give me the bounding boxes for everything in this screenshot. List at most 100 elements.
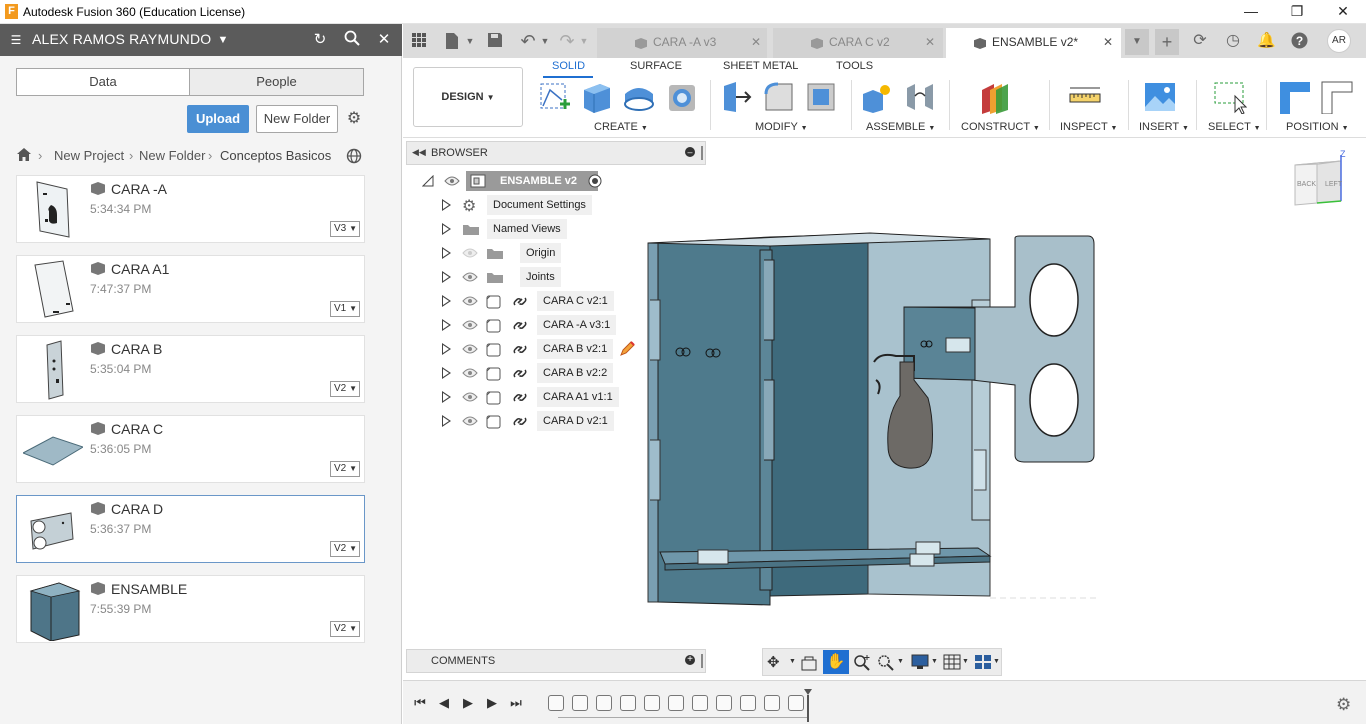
workspace-switcher[interactable]: DESIGN ▼	[413, 67, 523, 127]
viewports-icon[interactable]	[974, 654, 992, 670]
select-window-icon[interactable]	[1213, 80, 1247, 114]
timeline-marker[interactable]	[803, 688, 813, 722]
tab-cara-a[interactable]: CARA -A v3 ✕	[597, 28, 767, 58]
look-at-icon[interactable]	[801, 655, 817, 671]
timeline-joint-icon[interactable]	[764, 695, 780, 711]
visibility-eye-icon[interactable]	[462, 391, 478, 403]
version-select[interactable]: V3 ▼	[330, 221, 360, 237]
chevron-down-icon[interactable]: ▼	[993, 658, 1000, 665]
revolve-icon[interactable]	[622, 80, 656, 114]
timeline-joint-icon[interactable]	[692, 695, 708, 711]
help-icon[interactable]: ?	[1290, 32, 1308, 50]
tab-data[interactable]: Data	[16, 68, 190, 96]
close-tab-icon[interactable]: ✕	[925, 28, 935, 56]
tree-node[interactable]: Origin	[440, 243, 650, 263]
view-cube[interactable]: BACK LEFT Z	[1289, 149, 1355, 211]
file-card[interactable]: ENSAMBLE 7:55:39 PM V2 ▼	[16, 575, 365, 643]
tab-people[interactable]: People	[189, 68, 364, 96]
collapse-browser-icon[interactable]: ◀◀	[412, 147, 426, 158]
expand-arrow-icon[interactable]	[442, 247, 451, 259]
timeline-joint-icon[interactable]	[788, 695, 804, 711]
tab-solid[interactable]: SOLID	[552, 60, 585, 72]
file-menu-icon[interactable]	[443, 32, 461, 50]
orbit-icon[interactable]: ✥	[767, 653, 780, 671]
close-panel-icon[interactable]: ✕	[374, 30, 394, 50]
timeline-joint-icon[interactable]	[740, 695, 756, 711]
tab-overflow-icon[interactable]: ▼	[1125, 29, 1149, 55]
tree-root[interactable]: ENSAMBLE v2	[420, 171, 620, 191]
expand-arrow-icon[interactable]	[442, 271, 451, 283]
visibility-eye-icon[interactable]	[462, 367, 478, 379]
file-card-selected[interactable]: CARA D 5:36:37 PM V2 ▼	[16, 495, 365, 563]
new-folder-button[interactable]: New Folder	[256, 105, 338, 133]
tab-surface[interactable]: SURFACE	[630, 60, 682, 72]
step-forward-icon[interactable]: ▶	[484, 695, 500, 711]
chevron-down-icon[interactable]: ▼	[789, 658, 796, 665]
tree-node[interactable]: CARA B v2:1	[440, 339, 650, 359]
modify-menu[interactable]: MODIFY ▼	[755, 121, 808, 133]
expand-arrow-icon[interactable]	[442, 223, 451, 235]
upload-button[interactable]: Upload	[187, 105, 249, 133]
minimize-icon[interactable]: —	[1228, 0, 1274, 24]
expand-arrow-icon[interactable]	[442, 295, 451, 307]
version-select[interactable]: V2 ▼	[330, 461, 360, 477]
visibility-eye-icon[interactable]	[462, 295, 478, 307]
pin-icon[interactable]	[701, 654, 703, 668]
collapse-arrow-icon[interactable]	[422, 175, 434, 187]
timeline-joint-icon[interactable]	[620, 695, 636, 711]
avatar[interactable]: AR	[1327, 29, 1351, 53]
pan-hand-icon[interactable]: ✋	[823, 650, 849, 674]
restore-icon[interactable]: ❐	[1274, 0, 1320, 24]
home-icon[interactable]	[16, 147, 32, 165]
expand-arrow-icon[interactable]	[442, 343, 451, 355]
tab-sheet-metal[interactable]: SHEET METAL	[723, 60, 798, 72]
chevron-down-icon[interactable]: ▼	[897, 658, 904, 665]
new-component-icon[interactable]	[861, 80, 895, 114]
chevron-down-icon[interactable]: ▼	[931, 658, 938, 665]
create-menu[interactable]: CREATE ▼	[594, 121, 648, 133]
new-tab-icon[interactable]: +	[1155, 29, 1179, 55]
breadcrumb-item[interactable]: New Folder	[139, 148, 205, 163]
visibility-eye-icon[interactable]	[462, 271, 478, 283]
edit-pencil-icon[interactable]	[618, 341, 636, 357]
shell-icon[interactable]	[804, 80, 838, 114]
go-to-end-icon[interactable]: ⏭	[508, 695, 524, 711]
timeline-joint-icon[interactable]	[668, 695, 684, 711]
tab-cara-c[interactable]: CARA C v2 ✕	[773, 28, 943, 58]
timeline-joint-icon[interactable]	[548, 695, 564, 711]
file-card[interactable]: CARA C 5:36:05 PM V2 ▼	[16, 415, 365, 483]
chevron-down-icon[interactable]: ▼	[962, 658, 969, 665]
extrude-icon[interactable]	[580, 80, 614, 114]
tree-node[interactable]: Joints	[440, 267, 650, 287]
grid-icon[interactable]	[943, 654, 961, 670]
tab-tools[interactable]: TOOLS	[836, 60, 873, 72]
tree-node[interactable]: CARA C v2:1	[440, 291, 650, 311]
visibility-eye-icon[interactable]	[462, 415, 478, 427]
timeline-joint-icon[interactable]	[644, 695, 660, 711]
tree-node[interactable]: CARA A1 v1:1	[440, 387, 650, 407]
insert-image-icon[interactable]	[1143, 80, 1177, 114]
redo-icon[interactable]: ↷	[558, 32, 576, 50]
expand-arrow-icon[interactable]	[442, 319, 451, 331]
go-to-start-icon[interactable]: ⏮	[412, 695, 428, 711]
gear-icon[interactable]: ⚙	[345, 110, 363, 128]
visibility-eye-icon[interactable]	[462, 343, 478, 355]
tree-node[interactable]: CARA B v2:2	[440, 363, 650, 383]
search-icon[interactable]	[342, 30, 362, 50]
timeline-settings-gear-icon[interactable]: ⚙	[1336, 695, 1351, 715]
globe-icon[interactable]	[346, 148, 362, 167]
version-select[interactable]: V2 ▼	[330, 541, 360, 557]
minus-icon[interactable]: –	[685, 147, 695, 157]
step-back-icon[interactable]: ◀	[436, 695, 452, 711]
select-menu[interactable]: SELECT ▼	[1208, 121, 1261, 133]
save-icon[interactable]	[486, 32, 504, 50]
zoom-icon[interactable]	[853, 654, 871, 672]
position-menu[interactable]: POSITION ▼	[1286, 121, 1349, 133]
close-tab-icon[interactable]: ✕	[751, 28, 761, 56]
chevron-down-icon[interactable]: ▼	[461, 32, 479, 50]
chevron-down-icon[interactable]: ▼	[213, 30, 233, 50]
chevron-down-icon[interactable]: ▼	[536, 32, 554, 50]
timeline-joint-icon[interactable]	[596, 695, 612, 711]
activate-radio-icon[interactable]	[588, 174, 602, 188]
visibility-eye-icon[interactable]	[462, 247, 478, 259]
